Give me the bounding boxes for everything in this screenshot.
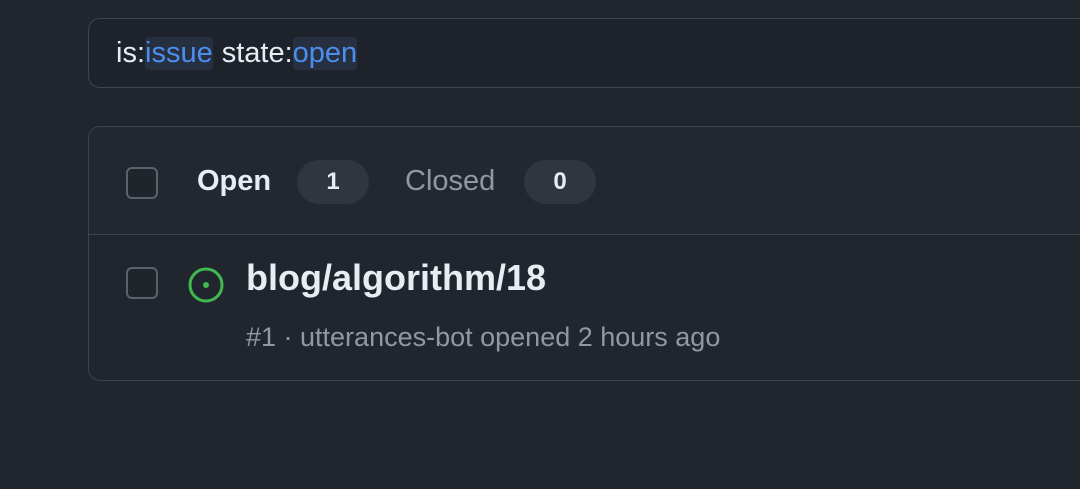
search-token-is-key: is: — [116, 36, 145, 69]
filter-closed-tab[interactable]: Closed — [405, 165, 495, 198]
select-all-checkbox[interactable] — [126, 167, 158, 199]
issue-row: blog/algorithm/18 #1 · utterances-bot op… — [89, 235, 1080, 380]
issue-title-link[interactable]: blog/algorithm/18 — [246, 257, 546, 299]
search-token-state-value: open — [292, 36, 358, 70]
issues-list: Open 1 Closed 0 blog/algorithm/18 #1 · u… — [88, 126, 1080, 381]
closed-count-badge: 0 — [524, 160, 596, 204]
issues-list-header: Open 1 Closed 0 — [89, 127, 1080, 235]
issue-meta: #1 · utterances-bot opened 2 hours ago — [246, 322, 721, 352]
search-token-state-key: state: — [221, 36, 293, 69]
open-count-badge: 1 — [297, 160, 369, 204]
search-token-is-value: issue — [145, 36, 213, 70]
filter-open-tab[interactable]: Open — [197, 165, 271, 198]
issue-search-input[interactable]: is: issue state: open — [88, 18, 1080, 88]
issue-select-checkbox[interactable] — [126, 267, 158, 299]
issue-opened-icon — [187, 266, 225, 309]
